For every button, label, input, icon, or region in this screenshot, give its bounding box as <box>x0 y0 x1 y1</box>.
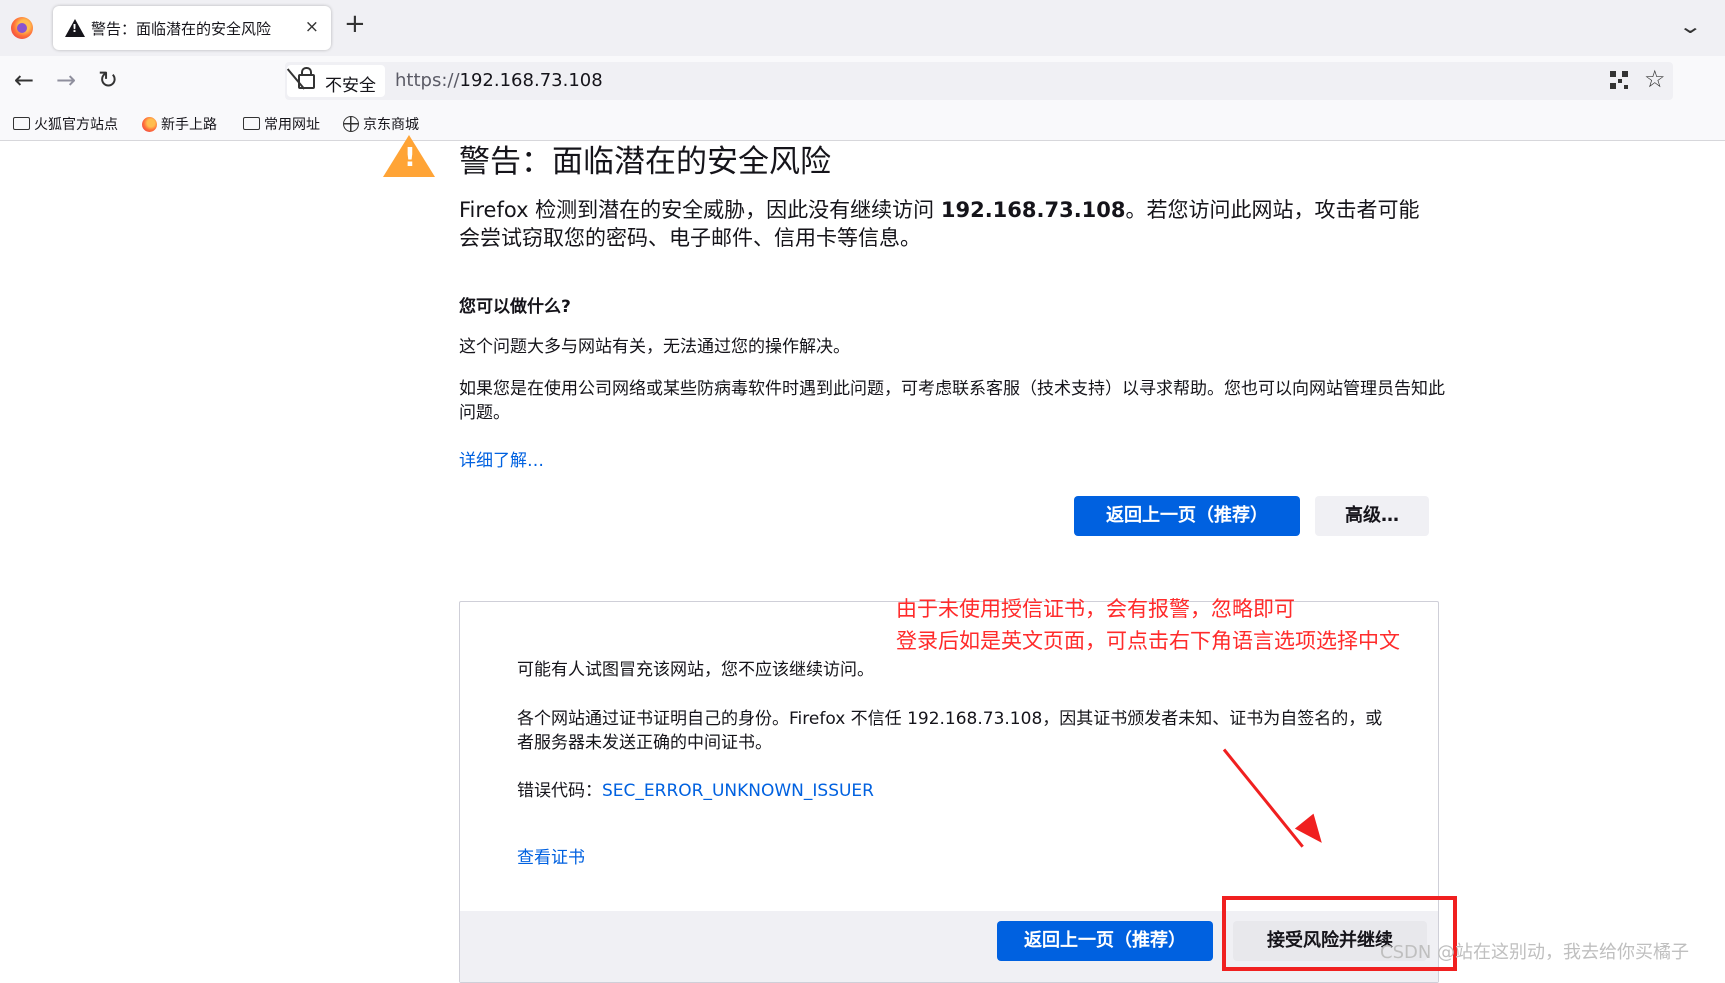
folder-icon <box>13 117 30 130</box>
bookmark-label: 京东商城 <box>363 117 419 133</box>
intro-host: 192.168.73.108 <box>940 198 1126 222</box>
insecure-label: 不安全 <box>325 76 376 96</box>
page-title: 警告：面临潜在的安全风险 <box>459 144 831 180</box>
url-bar[interactable]: 不安全 https://192.168.73.108 ☆ <box>285 62 1673 100</box>
bookmark-common-sites[interactable]: 常用网址 <box>243 114 320 134</box>
annotation-line-1: 由于未使用授信证书，会有报警，忽略即可 <box>896 597 1295 621</box>
annotation-line-2: 登录后如是英文页面，可点击右下角语言选项选择中文 <box>896 629 1400 653</box>
bookmark-label: 常用网址 <box>264 117 320 133</box>
insecure-lock-icon <box>298 67 315 89</box>
site-identity-button[interactable]: 不安全 <box>287 65 385 97</box>
bookmark-star-icon[interactable]: ☆ <box>1644 65 1666 93</box>
error-code-label: 错误代码： <box>517 781 602 801</box>
advanced-button[interactable]: 高级… <box>1315 496 1429 536</box>
url-text[interactable]: https://192.168.73.108 <box>395 70 603 91</box>
url-host: 192.168.73.108 <box>459 70 603 91</box>
error-code-link[interactable]: SEC_ERROR_UNKNOWN_ISSUER <box>602 781 874 801</box>
back-arrow-icon[interactable]: ← <box>14 66 34 94</box>
qr-code-icon[interactable] <box>1610 71 1628 89</box>
what-paragraph-1: 这个问题大多与网站有关，无法通过您的操作解决。 <box>459 337 850 357</box>
firefox-logo-icon[interactable] <box>11 17 33 39</box>
bookmark-jd-mall[interactable]: 京东商城 <box>343 114 419 134</box>
reload-icon[interactable]: ↻ <box>98 66 118 94</box>
learn-more-link[interactable]: 详细了解… <box>459 446 544 471</box>
forward-arrow-icon[interactable]: → <box>56 66 76 94</box>
tab-strip: 警告：面临潜在的安全风险 × + ⌄ <box>0 0 1725 56</box>
close-tab-icon[interactable]: × <box>305 17 319 37</box>
bookmarks-toolbar: 火狐官方站点 新手上路 常用网址 京东商城 <box>0 106 1725 141</box>
advanced-paragraph-2: 各个网站通过证书证明自己的身份。Firefox 不信任 192.168.73.1… <box>517 709 1383 753</box>
list-tabs-chevron-icon[interactable]: ⌄ <box>1678 14 1703 38</box>
folder-icon <box>243 117 260 130</box>
advanced-go-back-button[interactable]: 返回上一页（推荐） <box>997 921 1213 961</box>
warning-icon <box>65 19 85 37</box>
bookmark-label: 新手上路 <box>161 117 217 133</box>
bookmark-label: 火狐官方站点 <box>34 117 118 133</box>
annotation-note: 由于未使用授信证书，会有报警，忽略即可 登录后如是英文页面，可点击右下角语言选项… <box>896 593 1400 657</box>
navigation-toolbar: ← → ↻ 不安全 https://192.168.73.108 ☆ <box>0 56 1725 106</box>
intro-pre: Firefox 检测到潜在的安全威胁，因此没有继续访问 <box>459 198 941 222</box>
what-can-you-do-heading: 您可以做什么? <box>459 297 571 317</box>
bookmark-firefox-official[interactable]: 火狐官方站点 <box>13 114 118 134</box>
tab-active[interactable]: 警告：面临潜在的安全风险 × <box>53 6 331 50</box>
go-back-button[interactable]: 返回上一页（推荐） <box>1074 496 1300 536</box>
warning-triangle-icon <box>383 135 435 177</box>
tab-title: 警告：面临潜在的安全风险 <box>91 20 272 38</box>
new-tab-button[interactable]: + <box>344 11 366 37</box>
advanced-paragraph-1: 可能有人试图冒充该网站，您不应该继续访问。 <box>517 660 874 680</box>
intro-text: Firefox 检测到潜在的安全威胁，因此没有继续访问 192.168.73.1… <box>459 196 1439 252</box>
firefox-icon <box>142 117 157 132</box>
watermark: CSDN @站在这别动，我去给你买橘子 <box>1380 942 1690 963</box>
view-certificate-link[interactable]: 查看证书 <box>517 846 585 870</box>
bookmark-getting-started[interactable]: 新手上路 <box>142 114 217 134</box>
url-scheme: https:// <box>395 70 460 91</box>
what-paragraph-2: 如果您是在使用公司网络或某些防病毒软件时遇到此问题，可考虑联系客服（技术支持）以… <box>459 379 1445 423</box>
globe-icon <box>343 116 359 132</box>
